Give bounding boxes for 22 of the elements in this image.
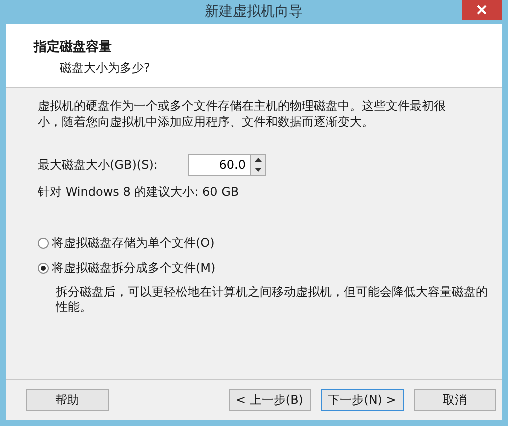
close-button[interactable] (462, 0, 502, 20)
radio-button[interactable] (38, 238, 49, 249)
spin-up-button[interactable] (251, 155, 265, 165)
dialog-button[interactable]: < 上一步(B) (228, 389, 311, 411)
dialog-button[interactable]: 帮助 (26, 389, 108, 411)
page-heading: 指定磁盘容量 (34, 38, 113, 56)
disk-size-label: 最大磁盘大小(GB)(S): (38, 156, 159, 174)
radio-label: 将虚拟磁盘存储为单个文件(O) (52, 235, 215, 252)
spin-down-button[interactable] (251, 165, 265, 175)
dialog-button[interactable]: 取消 (414, 389, 496, 411)
page-subheading: 磁盘大小为多少? (59, 60, 152, 77)
recommendation-text: 针对 Windows 8 的建议大小: 60 GB (38, 184, 240, 201)
disk-size-field[interactable]: 60.0 (188, 154, 250, 176)
radio-button[interactable] (38, 263, 49, 274)
window-title: 新建虚拟机向导 (205, 3, 303, 21)
close-icon (477, 5, 487, 15)
up-arrow-icon (254, 158, 262, 162)
dialog-button[interactable]: 下一步(N) > (321, 389, 404, 411)
description-text: 虚拟机的硬盘作为一个或多个文件存储在主机的物理磁盘中。这些文件最初很小，随着您向虚拟机中添加应用程序、文件和数据而逐渐变大。 (38, 98, 447, 130)
down-arrow-icon (254, 168, 262, 172)
radio-label: 将虚拟磁盘拆分成多个文件(M) (52, 260, 216, 277)
option-note: 拆分磁盘后，可以更轻松地在计算机之间移动虚拟机，但可能会降低大容量磁盘的性能。 (56, 285, 489, 315)
